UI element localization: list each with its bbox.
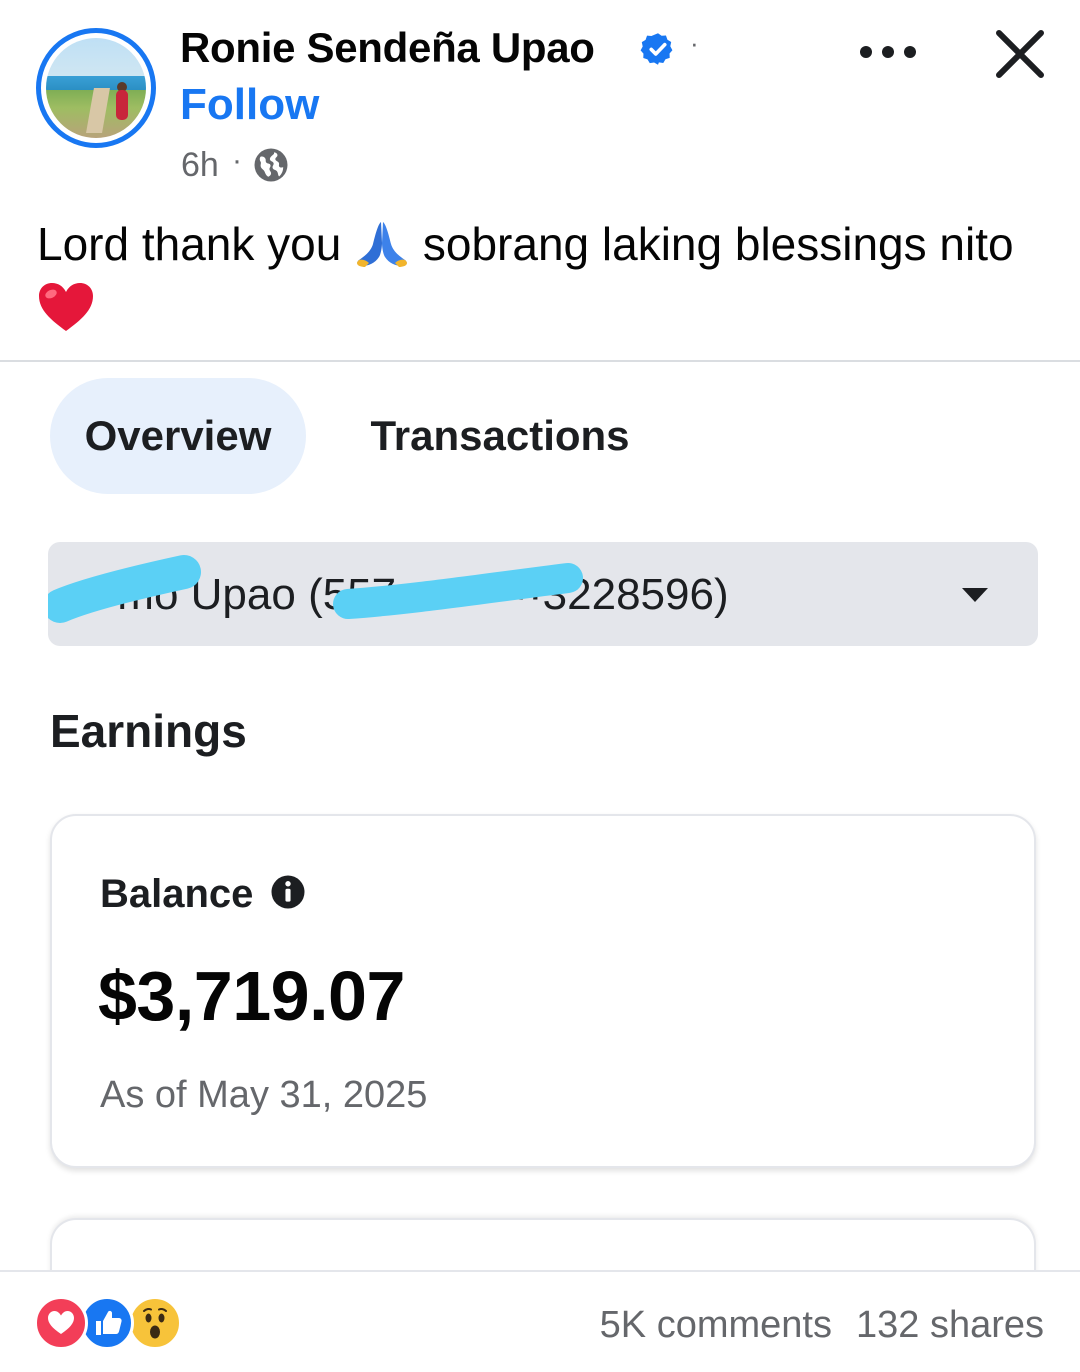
account-selector[interactable]: ··mo Upao (557··········3228596) <box>48 542 1038 646</box>
redaction-scribble <box>48 555 583 623</box>
caption-text-start: Lord thank you <box>37 218 342 270</box>
follow-button[interactable]: Follow <box>180 80 319 130</box>
more-options-icon[interactable] <box>858 40 918 64</box>
balance-amount: $3,719.07 <box>98 957 405 1035</box>
section-title: Earnings <box>50 705 247 757</box>
avatar-photo <box>46 38 146 138</box>
praying-hands-icon <box>357 222 408 267</box>
love-reaction-icon <box>34 1296 88 1350</box>
chevron-down-icon <box>962 588 988 602</box>
balance-card: Balance $3,719.07 As of May 31, 2025 <box>50 814 1036 1168</box>
post-caption: Lord thank you sobrang laking blessings … <box>37 214 1047 336</box>
divider <box>0 360 1080 362</box>
wow-reaction-icon <box>128 1296 182 1350</box>
reaction-summary[interactable] <box>34 1296 186 1352</box>
time-separator: · <box>232 144 242 177</box>
post-header: Ronie Sendeña Upao · Follow 6h · <box>0 0 1080 200</box>
like-reaction-icon <box>80 1296 134 1350</box>
comments-count[interactable]: 5K comments <box>600 1304 832 1346</box>
shares-count[interactable]: 132 shares <box>856 1304 1044 1346</box>
avatar[interactable] <box>36 28 156 148</box>
engagement-stats: 5K comments 132 shares <box>600 1304 1044 1347</box>
author-name[interactable]: Ronie Sendeña Upao <box>180 24 595 72</box>
reaction-bar: 5K comments 132 shares <box>0 1270 1080 1372</box>
info-icon[interactable] <box>270 874 306 910</box>
post-time[interactable]: 6h <box>181 146 219 185</box>
verified-badge-icon <box>640 33 673 65</box>
close-icon[interactable] <box>994 28 1046 80</box>
name-separator: · <box>690 28 699 58</box>
caption-text-end: sobrang laking blessings nito <box>422 218 1014 270</box>
tab-transactions[interactable]: Transactions <box>340 378 660 494</box>
globe-icon <box>254 148 288 182</box>
red-heart-icon <box>39 283 93 331</box>
balance-label: Balance <box>100 872 254 916</box>
tab-overview[interactable]: Overview <box>50 378 306 494</box>
balance-date: As of May 31, 2025 <box>100 1074 428 1116</box>
